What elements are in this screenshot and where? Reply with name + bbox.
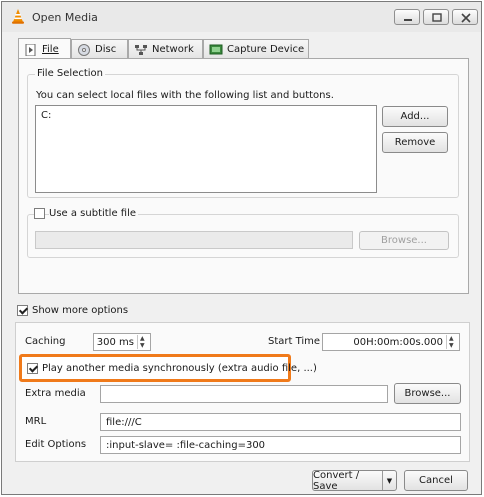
dropdown-arrow-icon[interactable]: ▼ xyxy=(382,471,396,490)
mrl-field[interactable]: file:///C xyxy=(100,413,461,431)
disc-icon xyxy=(78,43,90,56)
start-time-value: 00H:00m:00s.000 xyxy=(353,337,443,348)
extra-media-browse-button[interactable]: Browse... xyxy=(394,383,461,404)
maximize-button[interactable] xyxy=(423,9,449,25)
caching-label: Caching xyxy=(25,336,66,347)
convert-save-button[interactable]: Convert / Save ▼ xyxy=(312,469,397,492)
mrl-label: MRL xyxy=(25,416,47,427)
add-button[interactable]: Add... xyxy=(382,106,448,127)
edit-options-label: Edit Options xyxy=(25,439,87,450)
title-bar: Open Media xyxy=(2,2,481,32)
subtitle-checkbox[interactable] xyxy=(34,208,45,219)
tab-network-label: Network xyxy=(152,44,194,55)
show-more-options-checkbox[interactable] xyxy=(17,305,28,316)
tab-disc[interactable]: Disc xyxy=(71,39,128,59)
remove-button-label: Remove xyxy=(394,137,436,148)
tab-file[interactable]: File xyxy=(18,38,71,60)
start-time-spinbox[interactable]: 00H:00m:00s.000 ▲ ▼ xyxy=(322,333,460,351)
vlc-cone-icon xyxy=(12,9,24,24)
start-time-label: Start Time xyxy=(268,336,321,347)
tab-capture-device[interactable]: Capture Device xyxy=(203,39,309,59)
edit-options-value: :input-slave= :file-caching=300 xyxy=(106,439,266,451)
file-list-item[interactable]: C: xyxy=(41,110,51,121)
subtitle-file-field[interactable] xyxy=(35,231,353,249)
file-selection-title: File Selection xyxy=(35,68,105,79)
file-list[interactable]: C: xyxy=(35,105,377,193)
caching-spinbox[interactable]: 300 ms ▲ ▼ xyxy=(93,333,151,351)
capture-device-icon xyxy=(209,44,223,54)
minimize-icon xyxy=(404,19,412,21)
edit-options-field[interactable]: :input-slave= :file-caching=300 xyxy=(100,436,461,454)
subtitle-browse-label: Browse... xyxy=(381,235,427,246)
play-synchronously-checkbox[interactable] xyxy=(27,363,38,374)
caching-value: 300 ms xyxy=(96,337,134,348)
maximize-icon xyxy=(432,13,442,22)
extra-media-label: Extra media xyxy=(25,388,86,399)
tab-file-label: File xyxy=(42,44,59,55)
show-more-options-label: Show more options xyxy=(32,305,129,316)
tab-capture-device-label: Capture Device xyxy=(227,44,305,55)
spin-down-icon: ▼ xyxy=(140,342,145,349)
mrl-value: file:///C xyxy=(106,416,142,428)
minimize-button[interactable] xyxy=(394,9,420,25)
remove-button[interactable]: Remove xyxy=(382,132,448,153)
window-title: Open Media xyxy=(32,11,98,24)
close-button[interactable] xyxy=(452,9,478,25)
close-icon xyxy=(461,13,471,23)
play-synchronously-label: Play another media synchronously (extra … xyxy=(42,363,317,374)
cancel-label: Cancel xyxy=(419,475,453,486)
cancel-button[interactable]: Cancel xyxy=(404,470,468,491)
add-button-label: Add... xyxy=(400,111,430,122)
subtitle-checkbox-label: Use a subtitle file xyxy=(49,208,139,219)
tab-network[interactable]: Network xyxy=(128,39,203,59)
extra-media-browse-label: Browse... xyxy=(404,388,451,399)
subtitle-browse-button[interactable]: Browse... xyxy=(359,231,449,250)
network-icon xyxy=(135,44,147,55)
tab-disc-label: Disc xyxy=(95,44,117,55)
spin-down-icon: ▼ xyxy=(449,342,454,349)
start-time-spin-arrows[interactable]: ▲ ▼ xyxy=(446,335,458,349)
file-selection-instructions: You can select local files with the foll… xyxy=(36,90,334,101)
extra-media-field[interactable] xyxy=(100,385,388,403)
file-icon xyxy=(25,43,36,56)
convert-save-label: Convert / Save xyxy=(313,469,360,492)
caching-spin-arrows[interactable]: ▲ ▼ xyxy=(137,335,149,349)
open-media-window: Open Media File Disc Network Capture Dev… xyxy=(1,1,482,495)
